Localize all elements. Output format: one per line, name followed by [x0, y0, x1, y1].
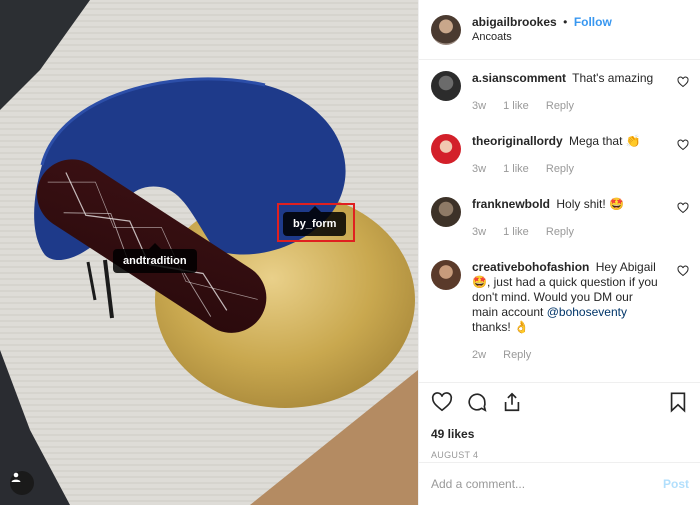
comment-likes[interactable]: 1 like — [503, 100, 529, 112]
post-side-panel: abigailbrookes • Follow Ancoats a.siansc… — [418, 0, 700, 505]
heart-icon[interactable] — [431, 391, 453, 418]
post-button[interactable]: Post — [663, 477, 689, 491]
avatar[interactable] — [431, 197, 461, 227]
comment-username[interactable]: creativebohofashion — [472, 260, 589, 274]
highlight-box — [277, 203, 355, 242]
comment-text: Mega that 👏 — [569, 134, 641, 148]
post-date[interactable]: AUGUST 4 — [431, 450, 689, 460]
reply-button[interactable]: Reply — [546, 163, 574, 175]
user-tag-icon[interactable] — [10, 471, 34, 495]
heart-icon[interactable] — [677, 138, 689, 156]
comment-time[interactable]: 2w — [472, 349, 486, 361]
comment-text: That's amazing — [572, 71, 654, 85]
comment-text: thanks! 👌 — [472, 320, 529, 334]
bookmark-icon[interactable] — [667, 391, 689, 418]
comment-likes[interactable]: 1 like — [503, 226, 529, 238]
comment-username[interactable]: franknewbold — [472, 197, 550, 211]
likes-count[interactable]: 49 likes — [431, 427, 689, 441]
comment-username[interactable]: a.sianscomment — [472, 71, 566, 85]
share-icon[interactable] — [501, 391, 523, 418]
location-link[interactable]: Ancoats — [472, 30, 612, 45]
comment-likes[interactable]: 1 like — [503, 163, 529, 175]
comment-time[interactable]: 3w — [472, 100, 486, 112]
comment-icon[interactable] — [466, 391, 488, 418]
author-username[interactable]: abigailbrookes — [472, 15, 557, 29]
reply-button[interactable]: Reply — [546, 100, 574, 112]
comment-username[interactable]: theoriginallordy — [472, 134, 563, 148]
comment-item: theoriginallordy Mega that 👏 3w 1 like R… — [431, 134, 689, 177]
reply-button[interactable]: Reply — [546, 226, 574, 238]
post-photo[interactable]: andtradition by_form — [0, 0, 418, 505]
comment-item: franknewbold Holy shit! 🤩 3w 1 like Repl… — [431, 197, 689, 240]
comment-input[interactable]: Add a comment... — [431, 477, 663, 491]
avatar[interactable] — [431, 260, 461, 290]
avatar[interactable] — [431, 134, 461, 164]
avatar[interactable] — [431, 14, 461, 45]
comment-text: Holy shit! 🤩 — [556, 197, 624, 211]
avatar[interactable] — [431, 71, 461, 101]
photo-tag-andtradition[interactable]: andtradition — [113, 243, 197, 273]
heart-icon[interactable] — [677, 264, 689, 282]
comment-item: a.sianscomment That's amazing 3w 1 like … — [431, 71, 689, 114]
post-actions: 49 likes AUGUST 4 — [419, 382, 700, 460]
mention-link[interactable]: @bohoseventy — [547, 305, 627, 319]
heart-icon[interactable] — [677, 75, 689, 93]
post-header: abigailbrookes • Follow Ancoats — [419, 0, 700, 60]
comment-time[interactable]: 3w — [472, 226, 486, 238]
comments-list[interactable]: a.sianscomment That's amazing 3w 1 like … — [419, 61, 700, 381]
separator-dot: • — [563, 15, 568, 29]
comment-item: creativebohofashion Hey Abigail 🤩, just … — [431, 260, 689, 363]
reply-button[interactable]: Reply — [503, 349, 531, 361]
follow-button[interactable]: Follow — [574, 15, 612, 29]
comment-time[interactable]: 3w — [472, 163, 486, 175]
heart-icon[interactable] — [677, 201, 689, 219]
add-comment-bar: Add a comment... Post — [419, 462, 700, 505]
photo-scene — [0, 0, 418, 505]
